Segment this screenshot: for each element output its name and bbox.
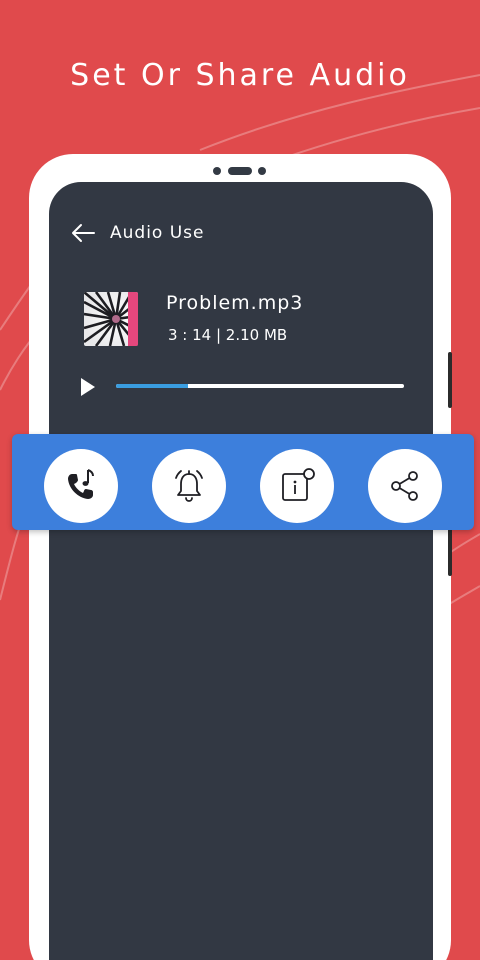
app-header: Audio Use (70, 220, 204, 246)
speaker-slot (228, 167, 252, 175)
album-art (84, 292, 138, 346)
share-icon (391, 471, 418, 501)
set-alarm-button[interactable] (152, 449, 226, 523)
header-title: Audio Use (110, 223, 205, 243)
camera-dot (213, 167, 221, 175)
phone-ringtone-icon (68, 469, 94, 499)
info-icon (282, 468, 315, 501)
playback-progress[interactable] (116, 384, 404, 388)
promo-headline: Set Or Share Audio (70, 58, 410, 93)
alarm-bell-icon (175, 470, 203, 502)
back-arrow-icon[interactable] (70, 220, 96, 246)
play-icon[interactable] (78, 376, 98, 398)
share-button[interactable] (368, 449, 442, 523)
info-button[interactable] (260, 449, 334, 523)
set-ringtone-button[interactable] (44, 449, 118, 523)
track-meta: 3 : 14 | 2.10 MB (168, 326, 288, 344)
progress-fill (116, 384, 188, 388)
phone-side-button (448, 352, 452, 408)
sensor-dot (258, 167, 266, 175)
track-name: Problem.mp3 (166, 292, 304, 314)
